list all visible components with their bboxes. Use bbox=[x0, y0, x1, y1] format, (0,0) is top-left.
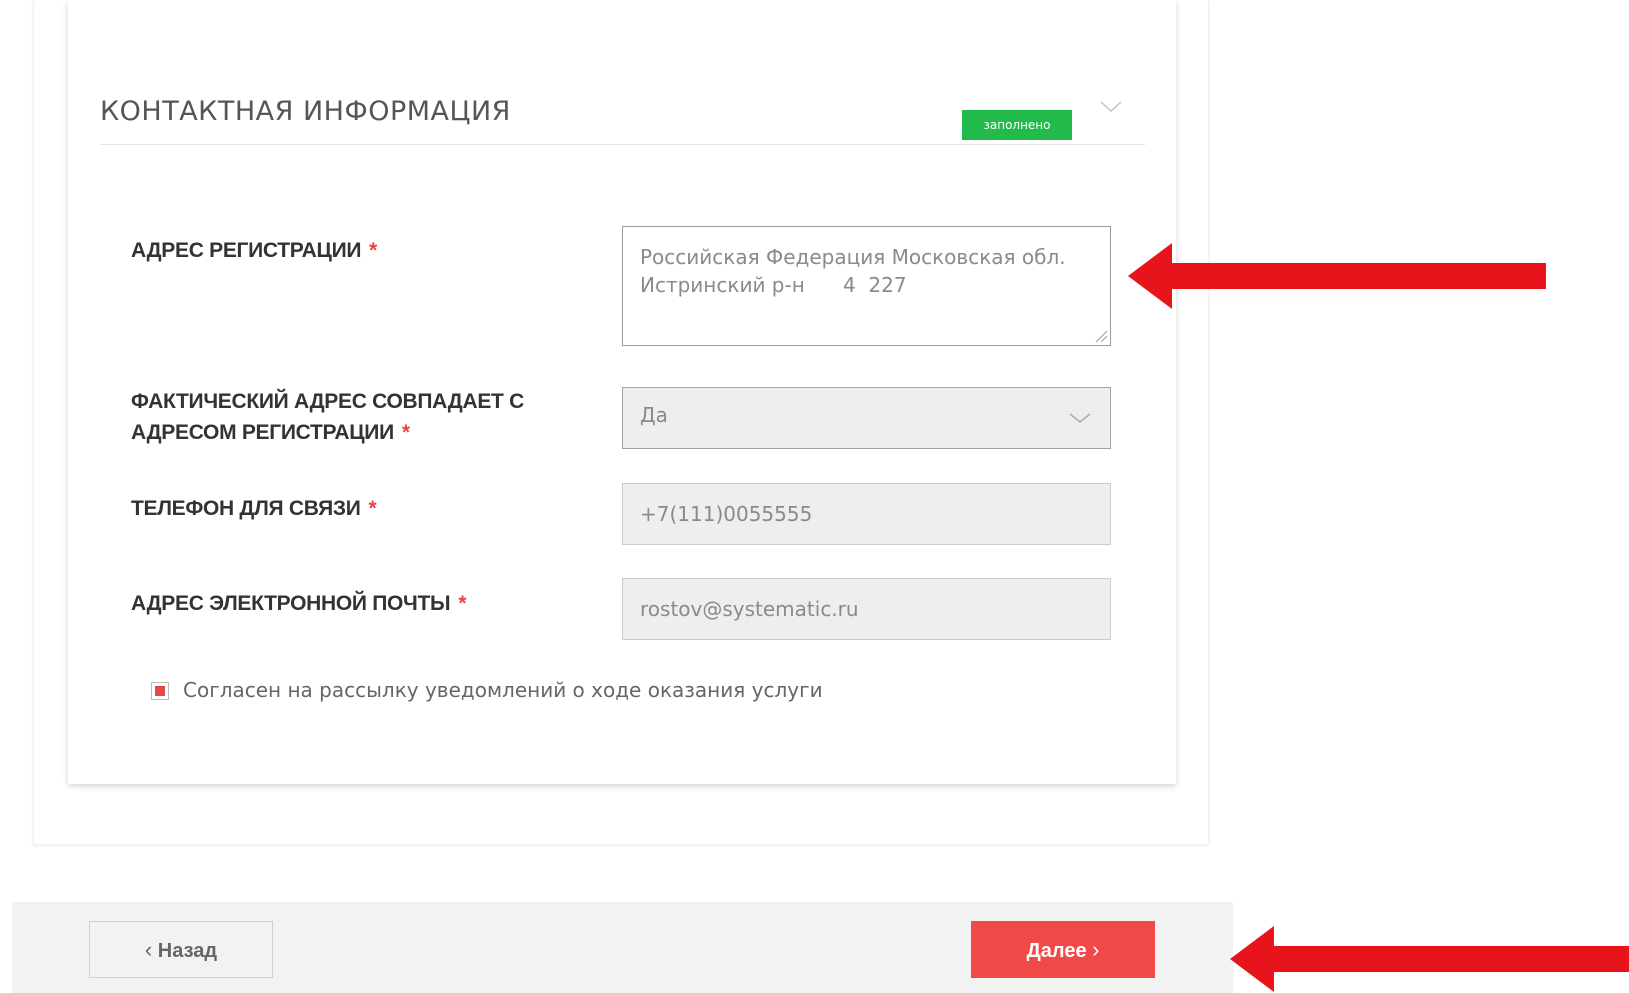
registration-address-label: АДРЕС РЕГИСТРАЦИИ * bbox=[131, 239, 378, 262]
required-asterisk: * bbox=[369, 239, 378, 262]
chevron-down-icon[interactable] bbox=[1098, 94, 1124, 120]
chevron-left-icon: ‹ bbox=[144, 937, 153, 962]
annotation-arrow-icon bbox=[1128, 243, 1546, 309]
back-button[interactable]: ‹ Назад bbox=[89, 921, 273, 978]
actual-address-same-label: ФАКТИЧЕСКИЙ АДРЕС СОВПАДАЕТ С АДРЕСОМ РЕ… bbox=[131, 390, 524, 444]
next-button[interactable]: Далее › bbox=[971, 921, 1155, 978]
next-button-label: Далее bbox=[1026, 940, 1087, 962]
phone-input[interactable]: +7(111)0055555 bbox=[622, 483, 1111, 545]
resize-handle-icon[interactable] bbox=[1094, 329, 1108, 343]
section-header[interactable]: КОНТАКТНАЯ ИНФОРМАЦИЯ заполнено bbox=[100, 88, 1145, 145]
required-asterisk: * bbox=[401, 421, 410, 444]
section-title: КОНТАКТНАЯ ИНФОРМАЦИЯ bbox=[100, 96, 511, 127]
required-asterisk: * bbox=[458, 592, 467, 615]
email-input[interactable]: rostov@systematic.ru bbox=[622, 578, 1111, 640]
registration-address-textarea[interactable]: Российская Федерация Московская обл. Ист… bbox=[622, 226, 1111, 346]
actual-address-same-selected-value: Да bbox=[640, 403, 668, 427]
required-asterisk: * bbox=[368, 497, 377, 520]
email-label: АДРЕС ЭЛЕКТРОННОЙ ПОЧТЫ * bbox=[131, 592, 467, 615]
notifications-consent-checkbox[interactable] bbox=[151, 682, 169, 700]
registration-address-value: Российская Федерация Московская обл. Ист… bbox=[640, 245, 1066, 297]
checkbox-checked-mark bbox=[155, 686, 165, 696]
notifications-consent-label[interactable]: Согласен на рассылку уведомлений о ходе … bbox=[183, 676, 823, 704]
chevron-down-icon bbox=[1069, 413, 1091, 423]
chevron-right-icon: › bbox=[1092, 937, 1100, 962]
annotation-arrow-icon bbox=[1230, 926, 1629, 992]
phone-label: ТЕЛЕФОН ДЛЯ СВЯЗИ * bbox=[131, 497, 377, 520]
status-badge: заполнено bbox=[962, 110, 1072, 140]
email-value: rostov@systematic.ru bbox=[640, 597, 859, 621]
phone-value: +7(111)0055555 bbox=[640, 502, 813, 526]
back-button-label: Назад bbox=[157, 940, 218, 962]
actual-address-same-select[interactable]: Да bbox=[622, 387, 1111, 449]
